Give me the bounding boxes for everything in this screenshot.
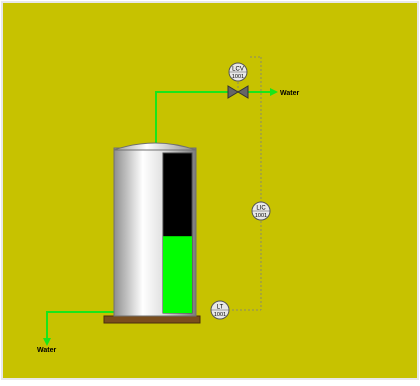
instrument-number: 1001 <box>214 312 226 318</box>
level-indicator <box>162 152 193 314</box>
inlet-stream-label: Water <box>37 347 56 354</box>
instrument-tag: LIC <box>256 206 266 212</box>
level-fill <box>163 236 192 313</box>
instrument-tag: LCV <box>232 67 244 73</box>
process-screen: LCV 1001 LIC 1001 LT 1001 Water Water <box>0 0 420 381</box>
canvas-background <box>1 1 419 380</box>
instrument-number: 1001 <box>255 213 267 219</box>
instrument-lic-1001[interactable]: LIC 1001 <box>251 201 271 221</box>
pid-diagram: LCV 1001 LIC 1001 LT 1001 Water Water <box>1 1 419 380</box>
instrument-number: 1001 <box>232 74 244 80</box>
tank-base <box>103 315 201 324</box>
outlet-stream-label: Water <box>280 90 299 97</box>
instrument-lcv-1001[interactable]: LCV 1001 <box>228 62 248 82</box>
instrument-tag: LT <box>217 305 224 311</box>
storage-tank[interactable] <box>103 142 201 324</box>
instrument-lt-1001[interactable]: LT 1001 <box>210 300 230 320</box>
